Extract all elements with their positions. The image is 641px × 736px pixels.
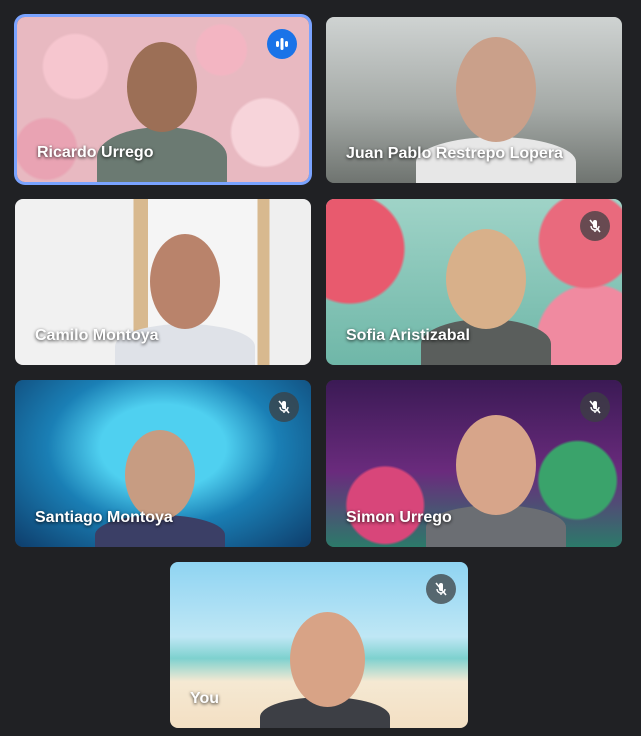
participant-video — [95, 425, 225, 547]
participant-name: Ricardo Urrego — [37, 144, 154, 161]
participant-name: Santiago Montoya — [35, 509, 173, 526]
audio-level-icon — [267, 29, 297, 59]
participant-video — [260, 607, 390, 728]
participant-name: You — [190, 690, 220, 707]
participant-tile-camilo-montoya[interactable]: Camilo Montoya — [15, 199, 311, 365]
participant-name: Juan Pablo Restrepo Lopera — [346, 145, 563, 162]
participant-tile-you[interactable]: You — [170, 562, 468, 728]
mic-off-icon — [269, 392, 299, 422]
participant-tile-sofia-aristizabal[interactable]: Sofia Aristizabal — [326, 199, 622, 365]
participant-tile-juan-pablo-restrepo-lopera[interactable]: Juan Pablo Restrepo Lopera — [326, 17, 622, 183]
participant-name: Camilo Montoya — [35, 327, 159, 344]
participant-tile-ricardo-urrego[interactable]: Ricardo Urrego — [17, 17, 309, 182]
mic-off-icon — [426, 574, 456, 604]
participant-name: Simon Urrego — [346, 509, 452, 526]
mic-off-icon — [580, 392, 610, 422]
participant-tile-santiago-montoya[interactable]: Santiago Montoya — [15, 380, 311, 547]
participant-name: Sofia Aristizabal — [346, 327, 470, 344]
participant-tile-simon-urrego[interactable]: Simon Urrego — [326, 380, 622, 547]
mic-off-icon — [580, 211, 610, 241]
